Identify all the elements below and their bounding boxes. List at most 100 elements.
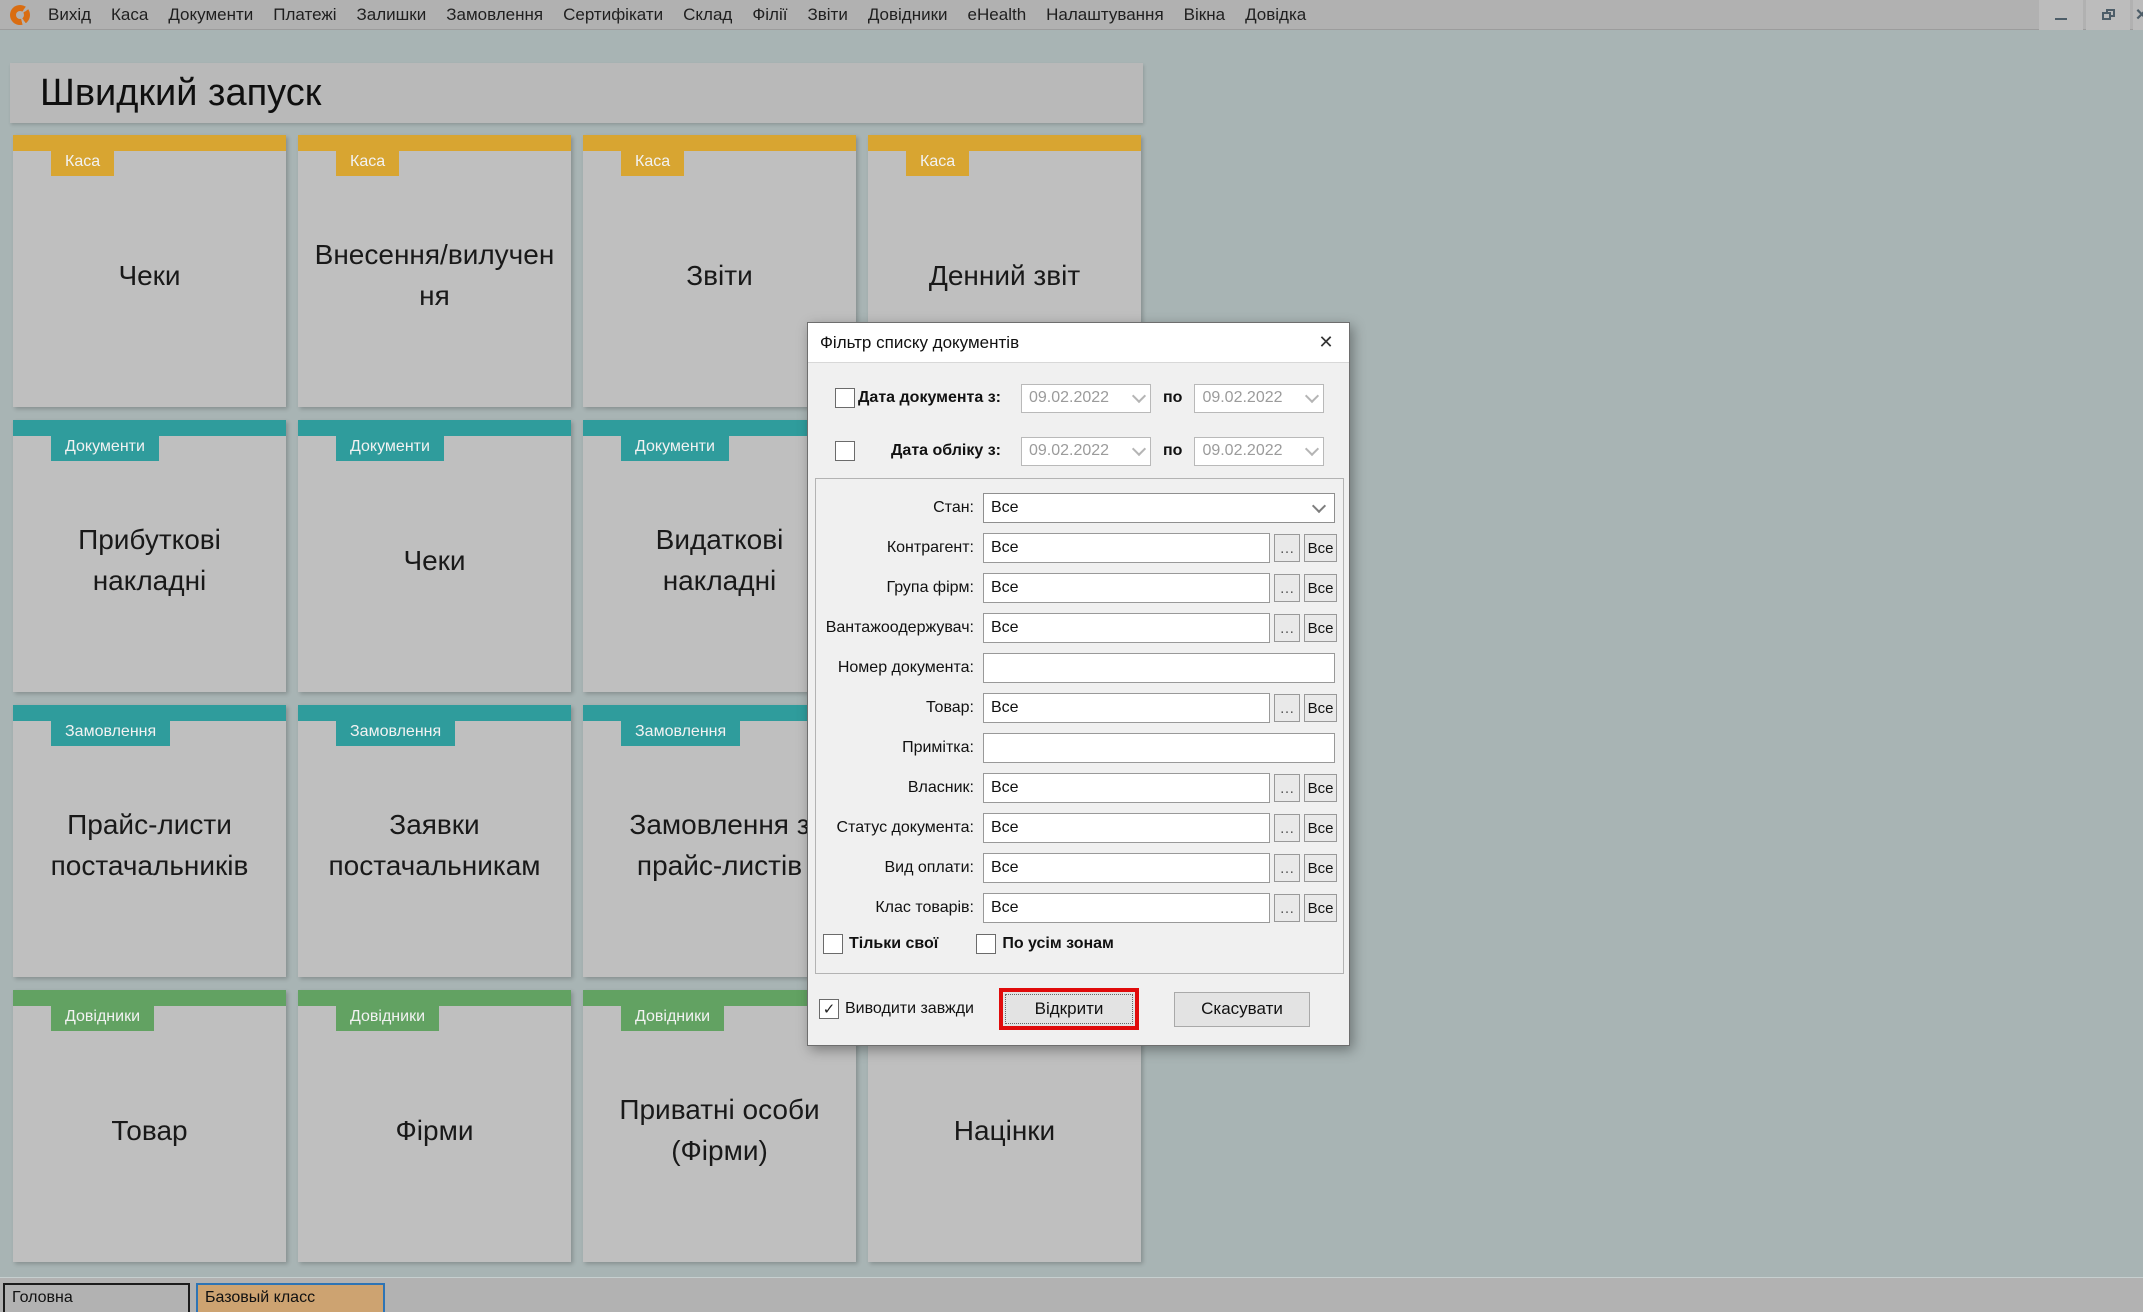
document-status-field[interactable]: Все	[983, 813, 1270, 843]
menu-item-kasa[interactable]: Каса	[101, 0, 158, 30]
goods-class-label: Клас товарів:	[816, 899, 983, 917]
tile-ord-zaiavky[interactable]: Замовлення Заявки постачальникам	[298, 705, 571, 977]
tile-label: Чеки	[298, 420, 571, 692]
tile-kasa-cheky[interactable]: Каса Чеки	[13, 135, 286, 407]
owner-label: Власник:	[816, 779, 983, 797]
tile-label: Внесення/вилучен ня	[298, 135, 571, 407]
all-zones-checkbox[interactable]	[976, 934, 996, 954]
menu-item-exit[interactable]: Вихід	[38, 0, 101, 30]
firm-group-field[interactable]: Все	[983, 573, 1270, 603]
firm-group-all-button[interactable]: Все	[1304, 574, 1337, 602]
consignee-row: Вантажоодержувач: Все … Все	[816, 608, 1343, 648]
account-date-from-field[interactable]: 09.02.2022	[1021, 437, 1151, 466]
menu-item-orders[interactable]: Замовлення	[436, 0, 553, 30]
payment-type-all-button[interactable]: Все	[1304, 854, 1337, 882]
cancel-button[interactable]: Скасувати	[1174, 992, 1310, 1027]
owner-field[interactable]: Все	[983, 773, 1270, 803]
minimize-icon	[2055, 18, 2067, 20]
account-date-checkbox[interactable]	[835, 441, 855, 461]
state-combobox[interactable]: Все	[983, 493, 1335, 523]
payment-type-browse-button[interactable]: …	[1274, 854, 1300, 882]
firm-group-label: Група фірм:	[816, 579, 983, 597]
only-own-label: Тільки свої	[849, 935, 938, 953]
note-input[interactable]	[983, 733, 1335, 763]
tile-doc-cheky[interactable]: Документи Чеки	[298, 420, 571, 692]
document-status-label: Статус документа:	[816, 819, 983, 837]
tile-doc-prybutkovi[interactable]: Документи Прибуткові накладні	[13, 420, 286, 692]
close-button[interactable]: ✕	[2133, 0, 2143, 30]
menu-item-certificates[interactable]: Сертифікати	[553, 0, 673, 30]
menu-item-help[interactable]: Довідка	[1235, 0, 1316, 30]
state-label: Стан:	[816, 499, 983, 517]
menu-bar: Вихід Каса Документи Платежі Залишки Зам…	[0, 0, 2143, 30]
close-icon: ✕	[1318, 332, 1333, 353]
tab-holovna[interactable]: Головна	[3, 1283, 190, 1312]
goods-all-button[interactable]: Все	[1304, 694, 1337, 722]
goods-class-row: Клас товарів: Все … Все	[816, 888, 1343, 928]
consignee-browse-button[interactable]: …	[1274, 614, 1300, 642]
document-date-to-field[interactable]: 09.02.2022	[1194, 384, 1324, 413]
goods-class-all-button[interactable]: Все	[1304, 894, 1337, 922]
tile-ord-price-lists[interactable]: Замовлення Прайс-листи постачальників	[13, 705, 286, 977]
goods-class-browse-button[interactable]: …	[1274, 894, 1300, 922]
note-label: Примітка:	[816, 739, 983, 757]
owner-row: Власник: Все … Все	[816, 768, 1343, 808]
window-controls: ✕	[2039, 0, 2143, 30]
dialog-close-button[interactable]: ✕	[1303, 323, 1349, 363]
tile-ref-firmy[interactable]: Довідники Фірми	[298, 990, 571, 1262]
account-date-label: Дата обліку з:	[855, 442, 1011, 460]
counterparty-field[interactable]: Все	[983, 533, 1270, 563]
document-number-input[interactable]	[983, 653, 1335, 683]
menu-item-documents[interactable]: Документи	[158, 0, 263, 30]
always-show-checkbox[interactable]	[819, 999, 839, 1019]
always-show-label: Виводити завжди	[845, 1000, 974, 1018]
payment-type-label: Вид оплати:	[816, 859, 983, 877]
document-status-browse-button[interactable]: …	[1274, 814, 1300, 842]
open-button[interactable]: Відкрити	[999, 988, 1139, 1030]
tile-label: Прайс-листи постачальників	[13, 705, 286, 977]
menu-item-warehouse[interactable]: Склад	[673, 0, 742, 30]
owner-browse-button[interactable]: …	[1274, 774, 1300, 802]
tile-kasa-vnesennia[interactable]: Каса Внесення/вилучен ня	[298, 135, 571, 407]
counterparty-all-button[interactable]: Все	[1304, 534, 1337, 562]
consignee-field[interactable]: Все	[983, 613, 1270, 643]
menu-item-directories[interactable]: Довідники	[858, 0, 958, 30]
document-number-row: Номер документа:	[816, 648, 1343, 688]
tile-label: Прибуткові накладні	[13, 420, 286, 692]
account-date-to-field[interactable]: 09.02.2022	[1194, 437, 1324, 466]
dialog-titlebar: Фільтр списку документів ✕	[808, 323, 1349, 363]
document-status-all-button[interactable]: Все	[1304, 814, 1337, 842]
goods-class-field[interactable]: Все	[983, 893, 1270, 923]
restore-button[interactable]	[2086, 0, 2130, 30]
firm-group-browse-button[interactable]: …	[1274, 574, 1300, 602]
document-date-from-field[interactable]: 09.02.2022	[1021, 384, 1151, 413]
goods-row: Товар: Все … Все	[816, 688, 1343, 728]
minimize-button[interactable]	[2039, 0, 2083, 30]
menu-item-branches[interactable]: Філії	[742, 0, 797, 30]
dialog-body: Дата документа з: 09.02.2022 по 09.02.20…	[808, 363, 1349, 1044]
counterparty-label: Контрагент:	[816, 539, 983, 557]
document-date-label: Дата документа з:	[855, 389, 1011, 407]
payment-type-field[interactable]: Все	[983, 853, 1270, 883]
tile-label: Товар	[13, 990, 286, 1262]
goods-browse-button[interactable]: …	[1274, 694, 1300, 722]
menu-item-stock[interactable]: Залишки	[347, 0, 437, 30]
filter-fields-group: Стан: Все Контрагент: Все … Все Група фі…	[815, 478, 1344, 974]
consignee-all-button[interactable]: Все	[1304, 614, 1337, 642]
owner-all-button[interactable]: Все	[1304, 774, 1337, 802]
tab-bazovyi-klass[interactable]: Базовый класс	[196, 1283, 385, 1312]
menu-item-settings[interactable]: Налаштування	[1036, 0, 1174, 30]
dialog-footer: Виводити завжди Відкрити Скасувати	[808, 974, 1349, 1044]
menu-item-ehealth[interactable]: eHealth	[958, 0, 1037, 30]
goods-field[interactable]: Все	[983, 693, 1270, 723]
menu-item-payments[interactable]: Платежі	[263, 0, 346, 30]
tile-ref-tovar[interactable]: Довідники Товар	[13, 990, 286, 1262]
menu-item-reports[interactable]: Звіти	[797, 0, 857, 30]
menu-item-windows[interactable]: Вікна	[1174, 0, 1235, 30]
document-number-label: Номер документа:	[816, 659, 983, 677]
document-date-checkbox[interactable]	[835, 388, 855, 408]
counterparty-browse-button[interactable]: …	[1274, 534, 1300, 562]
only-own-checkbox[interactable]	[823, 934, 843, 954]
note-row: Примітка:	[816, 728, 1343, 768]
options-checkbox-row: Тільки свої По усім зонам	[823, 934, 1114, 954]
